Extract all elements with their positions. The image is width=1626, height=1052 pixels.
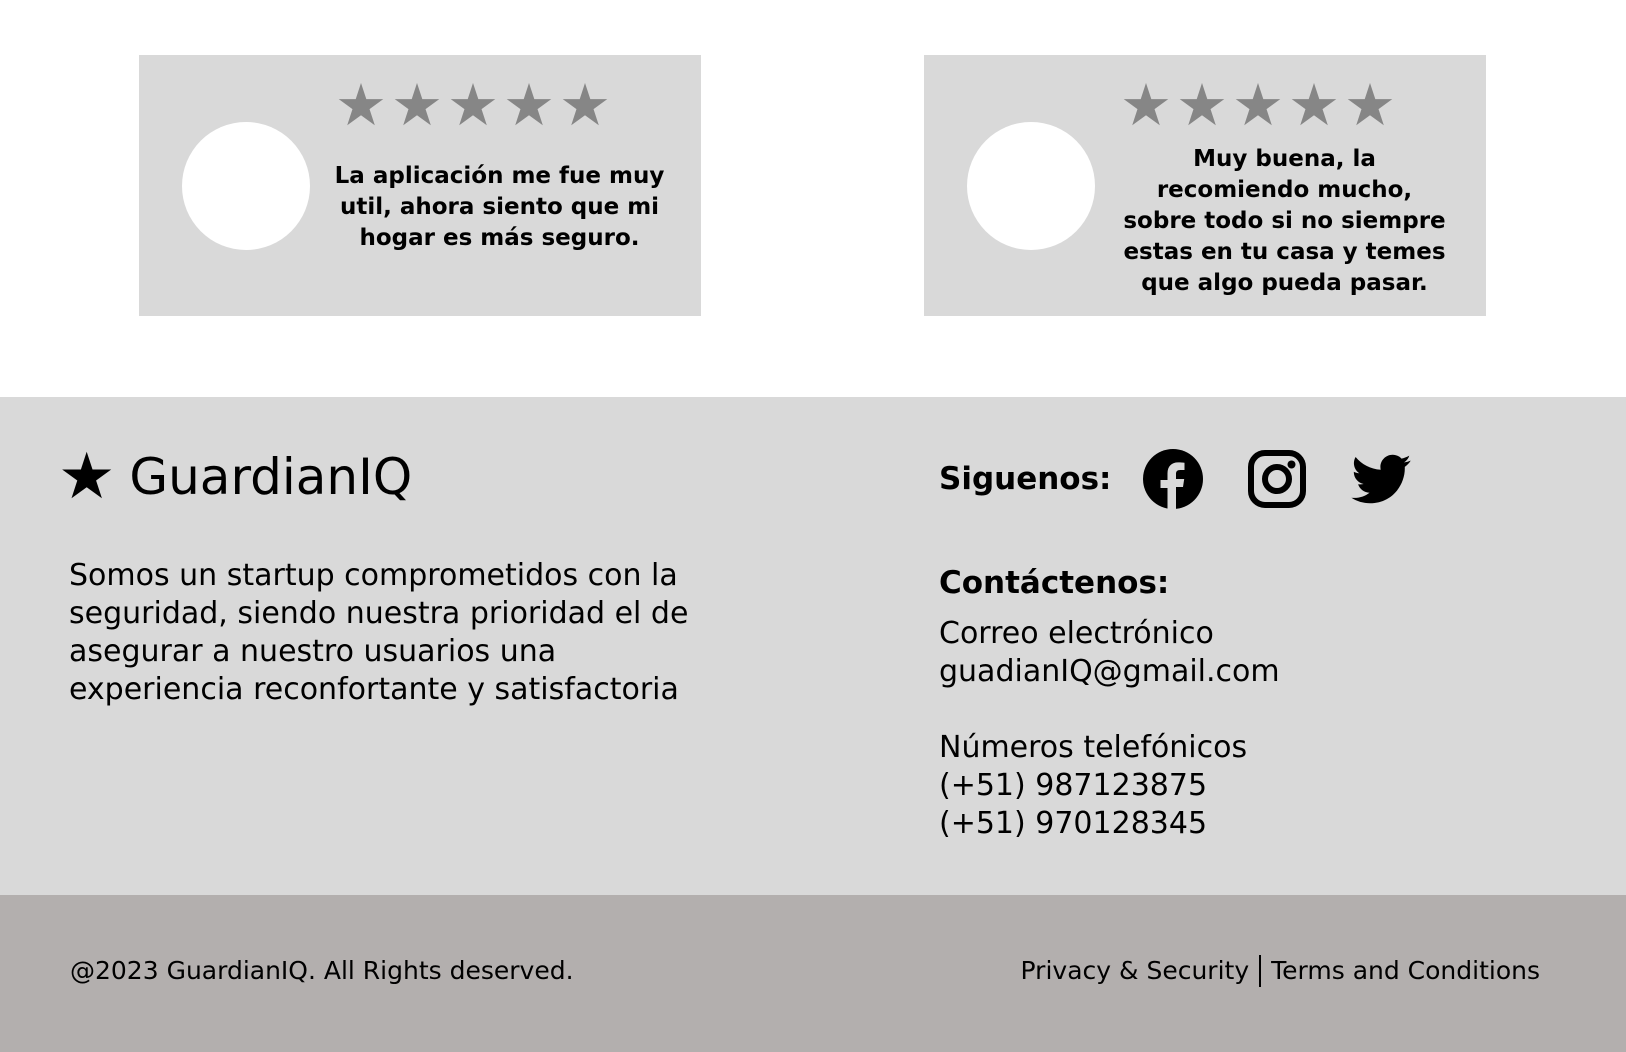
star-icon: ★ bbox=[1344, 71, 1396, 139]
copyright-text: @2023 GuardianIQ. All Rights deserved. bbox=[70, 956, 574, 985]
phones-label: Números telefónicos bbox=[939, 730, 1248, 765]
legal-links: Privacy & Security Terms and Conditions bbox=[1021, 955, 1540, 987]
phone-number[interactable]: (+51) 987123875 bbox=[939, 767, 1247, 805]
star-icon: ★ bbox=[391, 71, 443, 139]
testimonial-card: ★ ★ ★ ★ ★ La aplicación me fue muy util,… bbox=[139, 55, 701, 316]
facebook-icon[interactable] bbox=[1141, 447, 1205, 511]
twitter-icon[interactable] bbox=[1349, 447, 1413, 511]
brand-name: GuardianIQ bbox=[129, 448, 413, 506]
phone-number[interactable]: (+51) 970128345 bbox=[939, 805, 1247, 843]
avatar bbox=[182, 122, 310, 250]
follow-label: Siguenos: bbox=[939, 461, 1112, 497]
star-icon: ★ bbox=[1288, 71, 1340, 139]
landing-page-footer: ★ ★ ★ ★ ★ La aplicación me fue muy util,… bbox=[0, 0, 1626, 1052]
social-links: Siguenos: bbox=[939, 447, 1453, 511]
instagram-icon[interactable] bbox=[1245, 447, 1309, 511]
star-icon: ★ bbox=[559, 71, 611, 139]
star-icon: ★ bbox=[335, 71, 387, 139]
star-icon: ★ bbox=[447, 71, 499, 139]
avatar bbox=[967, 122, 1095, 250]
testimonials-section: ★ ★ ★ ★ ★ La aplicación me fue muy util,… bbox=[0, 0, 1626, 397]
star-icon: ★ bbox=[1176, 71, 1228, 139]
star-icon: ★ bbox=[58, 440, 116, 514]
testimonial-text: Muy buena, la recomiendo mucho, sobre to… bbox=[1123, 146, 1446, 296]
brand-logo[interactable]: ★ GuardianIQ bbox=[58, 445, 412, 509]
star-icon: ★ bbox=[1232, 71, 1284, 139]
about-text: Somos un startup comprometidos con la se… bbox=[69, 558, 689, 707]
info-section: ★ GuardianIQ Somos un startup comprometi… bbox=[0, 397, 1626, 895]
email-label: Correo electrónico bbox=[939, 616, 1214, 651]
rating-stars: ★ ★ ★ ★ ★ bbox=[1120, 75, 1396, 135]
star-icon: ★ bbox=[1120, 71, 1172, 139]
bottom-bar: @2023 GuardianIQ. All Rights deserved. P… bbox=[0, 895, 1626, 1052]
divider bbox=[1259, 955, 1262, 987]
privacy-link[interactable]: Privacy & Security bbox=[1021, 955, 1250, 987]
star-icon: ★ bbox=[503, 71, 555, 139]
email-link[interactable]: guadianIQ@gmail.com bbox=[939, 653, 1280, 691]
email-block: Correo electrónico guadianIQ@gmail.com bbox=[939, 615, 1280, 691]
phones-block: Números telefónicos (+51) 987123875 (+51… bbox=[939, 729, 1247, 843]
terms-link[interactable]: Terms and Conditions bbox=[1271, 955, 1540, 987]
testimonial-text: La aplicación me fue muy util, ahora sie… bbox=[334, 163, 665, 251]
rating-stars: ★ ★ ★ ★ ★ bbox=[335, 75, 611, 135]
testimonial-card: ★ ★ ★ ★ ★ Muy buena, la recomiendo mucho… bbox=[924, 55, 1486, 316]
contact-title: Contáctenos: bbox=[939, 565, 1170, 601]
